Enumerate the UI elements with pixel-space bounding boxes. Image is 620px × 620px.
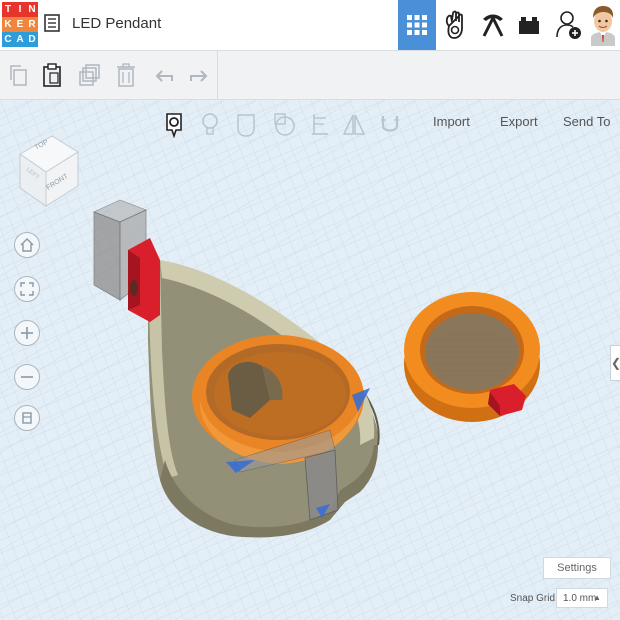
lego-button[interactable]	[510, 0, 548, 50]
codeblocks-icon	[445, 10, 463, 39]
logo-letter: D	[26, 32, 38, 47]
top-bar: TINKERCAD LED Pendant	[0, 0, 620, 51]
magnet-icon	[381, 116, 399, 132]
copy-icon	[10, 65, 27, 86]
toolbar-divider	[217, 51, 218, 99]
logo-letter: E	[14, 17, 26, 32]
caret-up-icon: ▲	[593, 593, 601, 602]
edit-toolbar	[0, 51, 620, 100]
paste-icon	[43, 63, 61, 87]
paste-button[interactable]	[41, 63, 63, 87]
copy-button[interactable]	[7, 63, 29, 87]
home-view-button[interactable]	[14, 232, 40, 258]
home-icon	[20, 238, 34, 252]
logo-letter: I	[14, 2, 26, 17]
group-button[interactable]	[272, 112, 296, 138]
tinkercad-logo[interactable]: TINKERCAD	[2, 2, 38, 47]
duplicate-button[interactable]	[79, 63, 101, 87]
logo-letter: T	[2, 2, 14, 17]
fit-view-button[interactable]	[14, 276, 40, 302]
redo-icon	[190, 70, 208, 82]
undo-icon	[155, 70, 173, 82]
zoom-in-icon	[21, 327, 33, 339]
ortho-view-button[interactable]	[14, 405, 40, 431]
shape-icon	[237, 114, 255, 137]
group-icon	[274, 113, 295, 136]
zoom-out-icon	[21, 376, 33, 378]
snap-grid-value: 1.0 mm	[563, 592, 597, 604]
undo-button[interactable]	[153, 63, 175, 87]
import-button[interactable]: Import	[433, 114, 470, 129]
send-to-button[interactable]: Send To	[563, 114, 610, 129]
document-list-icon[interactable]	[44, 14, 60, 32]
3d-design-icon	[407, 15, 427, 35]
note-icon	[166, 113, 182, 138]
delete-icon	[117, 63, 135, 87]
mirror-button[interactable]	[342, 112, 366, 138]
mirror-icon	[342, 114, 366, 135]
logo-letter: R	[26, 17, 38, 32]
pickaxe-icon	[482, 14, 504, 37]
ortho-icon	[22, 412, 32, 424]
3d-design-button[interactable]	[398, 0, 436, 50]
redo-button[interactable]	[188, 63, 210, 87]
workplane[interactable]: Import Export Send To TOP FRONT LEFT ❮ S…	[0, 100, 620, 620]
add-user-icon	[556, 11, 581, 39]
add-user-button[interactable]	[550, 0, 588, 50]
zoom-out-button[interactable]	[14, 364, 40, 390]
logo-letter: K	[2, 17, 14, 32]
workplane-icon	[312, 114, 328, 135]
snap-grid-label: Snap Grid	[510, 593, 556, 604]
logo-letter: C	[2, 32, 14, 47]
light-button[interactable]	[198, 112, 222, 138]
note-button[interactable]	[162, 112, 186, 138]
lid-part[interactable]	[404, 292, 540, 422]
export-button[interactable]: Export	[500, 114, 538, 129]
delete-button[interactable]	[115, 63, 137, 87]
settings-button[interactable]: Settings	[543, 557, 611, 579]
document-title[interactable]: LED Pendant	[72, 15, 161, 32]
panel-toggle-handle[interactable]: ❮	[610, 345, 620, 381]
light-icon	[202, 113, 218, 135]
zoom-in-button[interactable]	[14, 320, 40, 346]
avatar[interactable]	[587, 4, 619, 46]
red-bail[interactable]	[128, 238, 160, 322]
view-cube[interactable]: TOP FRONT LEFT	[18, 128, 82, 208]
circuits-button[interactable]	[474, 0, 512, 50]
codeblocks-button[interactable]	[436, 0, 474, 50]
workplane-button[interactable]	[308, 112, 332, 138]
shape-button[interactable]	[234, 112, 258, 138]
model-scene[interactable]	[0, 100, 620, 620]
snap-grid-select[interactable]: 1.0 mm ▲	[556, 588, 608, 608]
logo-letter: A	[14, 32, 26, 47]
fit-icon	[20, 282, 34, 296]
duplicate-icon	[79, 64, 100, 86]
magnet-button[interactable]	[378, 112, 402, 138]
lego-brick-icon	[519, 17, 539, 34]
logo-letter: N	[26, 2, 38, 17]
